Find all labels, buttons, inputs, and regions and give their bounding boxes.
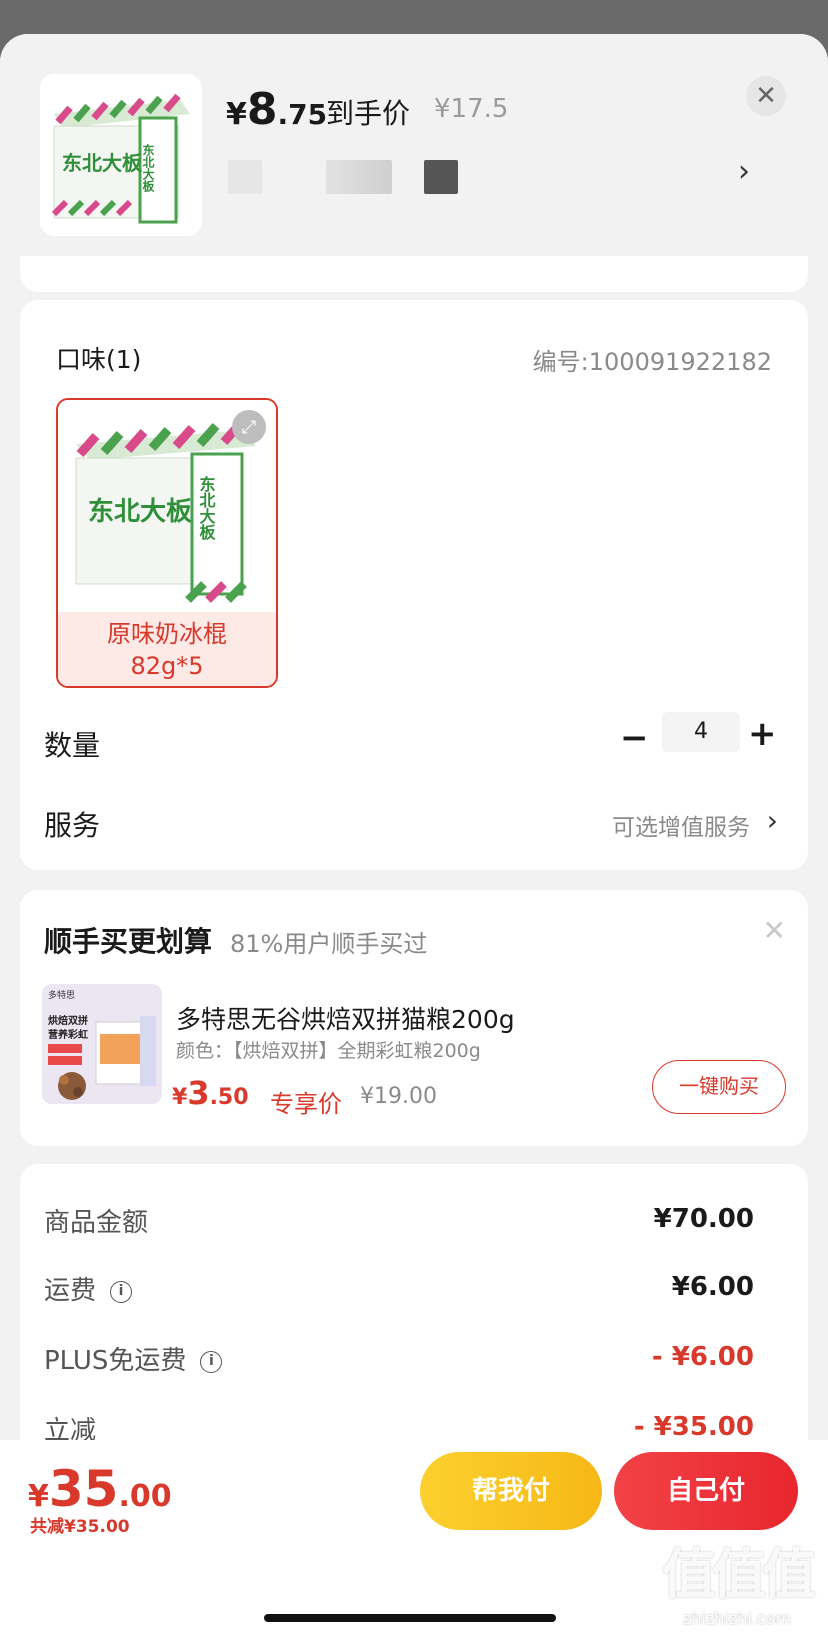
total-integer: 35 bbox=[48, 1460, 119, 1518]
bundle-product-color: 颜色：【烘焙双拼】全期彩虹粮200g bbox=[176, 1040, 481, 1062]
flavor-option-caption: 原味奶冰棍 82g*5 bbox=[58, 612, 276, 686]
one-click-buy-button[interactable]: 一键购买 bbox=[652, 1060, 786, 1114]
bundle-price-tag: 专享价 bbox=[270, 1090, 342, 1118]
price-label: 到手价 bbox=[326, 97, 411, 130]
bundle-card: 顺手买更划算 81%用户顺手买过 ✕ 多特思 烘焙双拼 营养彩虹 多特思无谷烘焙… bbox=[20, 890, 808, 1146]
product-code: 编号:100091922182 bbox=[532, 348, 772, 376]
svg-text:东北大板: 东北大板 bbox=[141, 143, 155, 193]
summary-label-goods: 商品金额 bbox=[44, 1208, 149, 1238]
svg-text:东北大板: 东北大板 bbox=[62, 151, 143, 175]
address-chevron-icon[interactable]: › bbox=[738, 154, 750, 189]
blurred-address-block bbox=[326, 160, 392, 194]
expand-icon[interactable]: ⤢ bbox=[232, 410, 266, 444]
price-integer: 8 bbox=[246, 84, 278, 135]
bundle-price: ¥3.50 bbox=[172, 1074, 249, 1112]
bundle-original-price: ¥19.00 bbox=[360, 1084, 437, 1109]
self-pay-button[interactable]: 自己付 bbox=[614, 1452, 798, 1530]
bundle-price-decimal: .50 bbox=[209, 1085, 249, 1110]
bundle-title: 顺手买更划算 bbox=[44, 925, 213, 958]
summary-label-shipping: 运费 i bbox=[44, 1270, 133, 1307]
quantity-plus-button[interactable]: + bbox=[748, 714, 777, 754]
svg-text:东北大板: 东北大板 bbox=[88, 496, 192, 527]
purchase-sheet: 东北大板 东北大板 ¥8.75 到手价 ¥17.5 ✕ › 口味(1) 编号:1… bbox=[0, 34, 828, 1633]
svg-text:烘焙双拼: 烘焙双拼 bbox=[48, 1014, 88, 1027]
service-label: 服务 bbox=[44, 809, 101, 842]
bundle-close-icon[interactable]: ✕ bbox=[763, 914, 786, 947]
original-price: ¥17.5 bbox=[434, 94, 509, 124]
address-card-edge bbox=[20, 256, 808, 292]
svg-text:多特思: 多特思 bbox=[48, 989, 75, 1001]
shipping-info-icon[interactable]: i bbox=[110, 1280, 133, 1303]
cat-food-image[interactable]: 多特思 烘焙双拼 营养彩虹 bbox=[42, 984, 162, 1104]
blurred-address-block bbox=[228, 160, 262, 194]
bundle-product-name[interactable]: 多特思无谷烘焙双拼猫粮200g bbox=[176, 1000, 515, 1036]
quantity-minus-button[interactable]: − bbox=[620, 718, 649, 758]
product-thumbnail[interactable]: 东北大板 东北大板 bbox=[40, 74, 202, 236]
total-price: ¥35.00 bbox=[28, 1460, 172, 1518]
quantity-value[interactable]: 4 bbox=[662, 712, 740, 752]
watermark-logo: 值值值 zhizhizhi.com bbox=[662, 1530, 816, 1628]
watermark-logo-text: 值值值 bbox=[662, 1543, 816, 1606]
bundle-subtitle: 81%用户顺手买过 bbox=[230, 930, 428, 958]
flavor-size: 82g*5 bbox=[130, 652, 204, 680]
spec-card: 口味(1) 编号:100091922182 东北大板 东北大板 ⤢ 原味奶冰棍 … bbox=[20, 300, 808, 870]
flavor-name: 原味奶冰棍 bbox=[107, 620, 227, 648]
quantity-label: 数量 bbox=[44, 729, 101, 762]
blurred-address-block bbox=[424, 160, 458, 194]
price-decimal: .75 bbox=[277, 98, 328, 131]
summary-value-goods: ¥70.00 bbox=[653, 1204, 754, 1234]
close-icon: ✕ bbox=[755, 81, 777, 111]
bundle-price-currency: ¥ bbox=[172, 1085, 188, 1110]
hand-price: ¥8.75 bbox=[226, 84, 327, 135]
cat-food-package-image: 多特思 烘焙双拼 营养彩虹 bbox=[42, 984, 162, 1104]
price-currency: ¥ bbox=[226, 97, 247, 132]
total-currency: ¥ bbox=[28, 1479, 49, 1514]
flavor-title: 口味(1) bbox=[56, 345, 142, 374]
total-decimal: .00 bbox=[118, 1479, 172, 1514]
total-saved: 共减¥35.00 bbox=[30, 1517, 130, 1537]
summary-value-shipping: ¥6.00 bbox=[671, 1272, 754, 1302]
summary-value-plus-shipping: - ¥6.00 bbox=[651, 1342, 754, 1372]
home-indicator[interactable] bbox=[264, 1614, 556, 1622]
plus-shipping-info-icon[interactable]: i bbox=[200, 1350, 223, 1373]
flavor-option-selected[interactable]: 东北大板 东北大板 ⤢ 原味奶冰棍 82g*5 bbox=[56, 398, 278, 688]
bundle-price-integer: 3 bbox=[187, 1074, 210, 1112]
summary-label-plus-shipping: PLUS免运费 i bbox=[44, 1340, 223, 1377]
service-value[interactable]: 可选增值服务 bbox=[612, 808, 750, 842]
svg-text:营养彩虹: 营养彩虹 bbox=[48, 1028, 88, 1041]
watermark-site: zhizhizhi.com bbox=[682, 1609, 792, 1628]
service-chevron-icon[interactable]: › bbox=[767, 804, 778, 837]
ice-cream-box-image: 东北大板 东北大板 bbox=[40, 74, 202, 236]
summary-value-discount: - ¥35.00 bbox=[633, 1412, 754, 1442]
help-pay-button[interactable]: 帮我付 bbox=[420, 1452, 602, 1530]
svg-text:东北大板: 东北大板 bbox=[197, 475, 216, 541]
close-button[interactable]: ✕ bbox=[746, 76, 786, 116]
